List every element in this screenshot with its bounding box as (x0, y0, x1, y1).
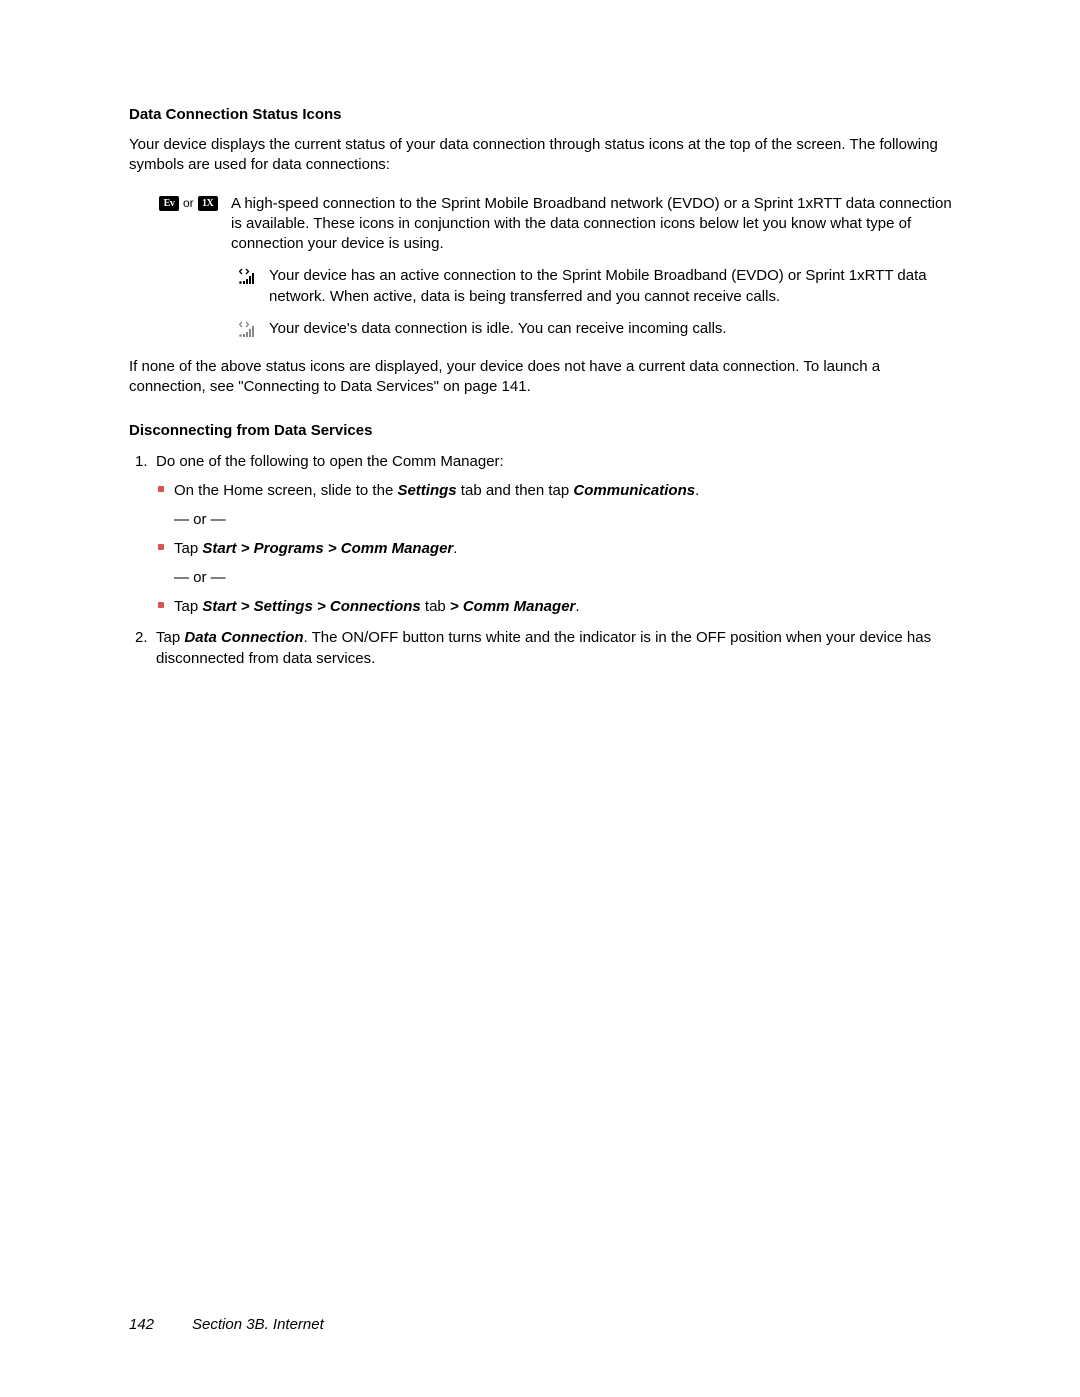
text: Tap (174, 540, 202, 557)
step-1-bullet-1: On the Home screen, slide to the Setting… (156, 480, 960, 501)
or-separator-2: — or — (174, 567, 960, 588)
step-1-bullet-2: Tap Start > Programs > Comm Manager. (156, 538, 960, 559)
text: . (695, 482, 699, 499)
data-connection-emphasis: Data Connection (184, 629, 303, 646)
icon-row-idle-desc: Your device's data connection is idle. Y… (269, 319, 727, 339)
communications-emphasis: Communications (573, 482, 695, 499)
icon-row-network-desc: A high-speed connection to the Sprint Mo… (231, 194, 960, 255)
badge-or-text: or (183, 196, 194, 210)
step-2: Tap Data Connection. The ON/OFF button t… (129, 627, 960, 669)
text: . (575, 598, 579, 615)
intro-paragraph: Your device displays the current status … (129, 135, 960, 176)
text: tab (421, 598, 450, 615)
signal-idle-icon (239, 321, 261, 339)
step-1: Do one of the following to open the Comm… (129, 451, 960, 617)
after-table-paragraph: If none of the above status icons are di… (129, 357, 960, 398)
page-footer: 142 Section 3B. Internet (129, 1316, 324, 1333)
icon-row-active-desc: Your device has an active connection to … (269, 266, 960, 307)
settings-emphasis: Settings (397, 482, 456, 499)
step-1-lead: Do one of the following to open the Comm… (156, 453, 504, 470)
heading-data-connection-status-icons: Data Connection Status Icons (129, 106, 960, 123)
icon-cell-active-signal (231, 266, 269, 286)
text: Tap (156, 629, 184, 646)
text: . (453, 540, 457, 557)
text: Tap (174, 598, 202, 615)
ev-badge-icon: Ev (159, 196, 179, 211)
icon-cell-idle-signal (231, 319, 269, 339)
icon-table: Ev or 1X A high-speed connection to the … (159, 194, 960, 340)
steps-list: Do one of the following to open the Comm… (129, 451, 960, 669)
step-1-bullet-3: Tap Start > Settings > Connections tab >… (156, 596, 960, 617)
page-number: 142 (129, 1316, 154, 1333)
or-separator-1: — or — (174, 509, 960, 530)
icon-row-network-type: Ev or 1X A high-speed connection to the … (159, 194, 960, 340)
onex-badge-icon: 1X (198, 196, 218, 211)
signal-active-icon (239, 268, 261, 286)
path-emphasis-1: Start > Settings > Connections (202, 598, 420, 615)
path-emphasis-2: > Comm Manager (450, 598, 575, 615)
text: tab and then tap (457, 482, 574, 499)
icon-cell-network-badges: Ev or 1X (159, 194, 231, 211)
path-emphasis: Start > Programs > Comm Manager (202, 540, 453, 557)
heading-disconnecting: Disconnecting from Data Services (129, 422, 960, 439)
text: On the Home screen, slide to the (174, 482, 397, 499)
section-label: Section 3B. Internet (192, 1316, 324, 1333)
